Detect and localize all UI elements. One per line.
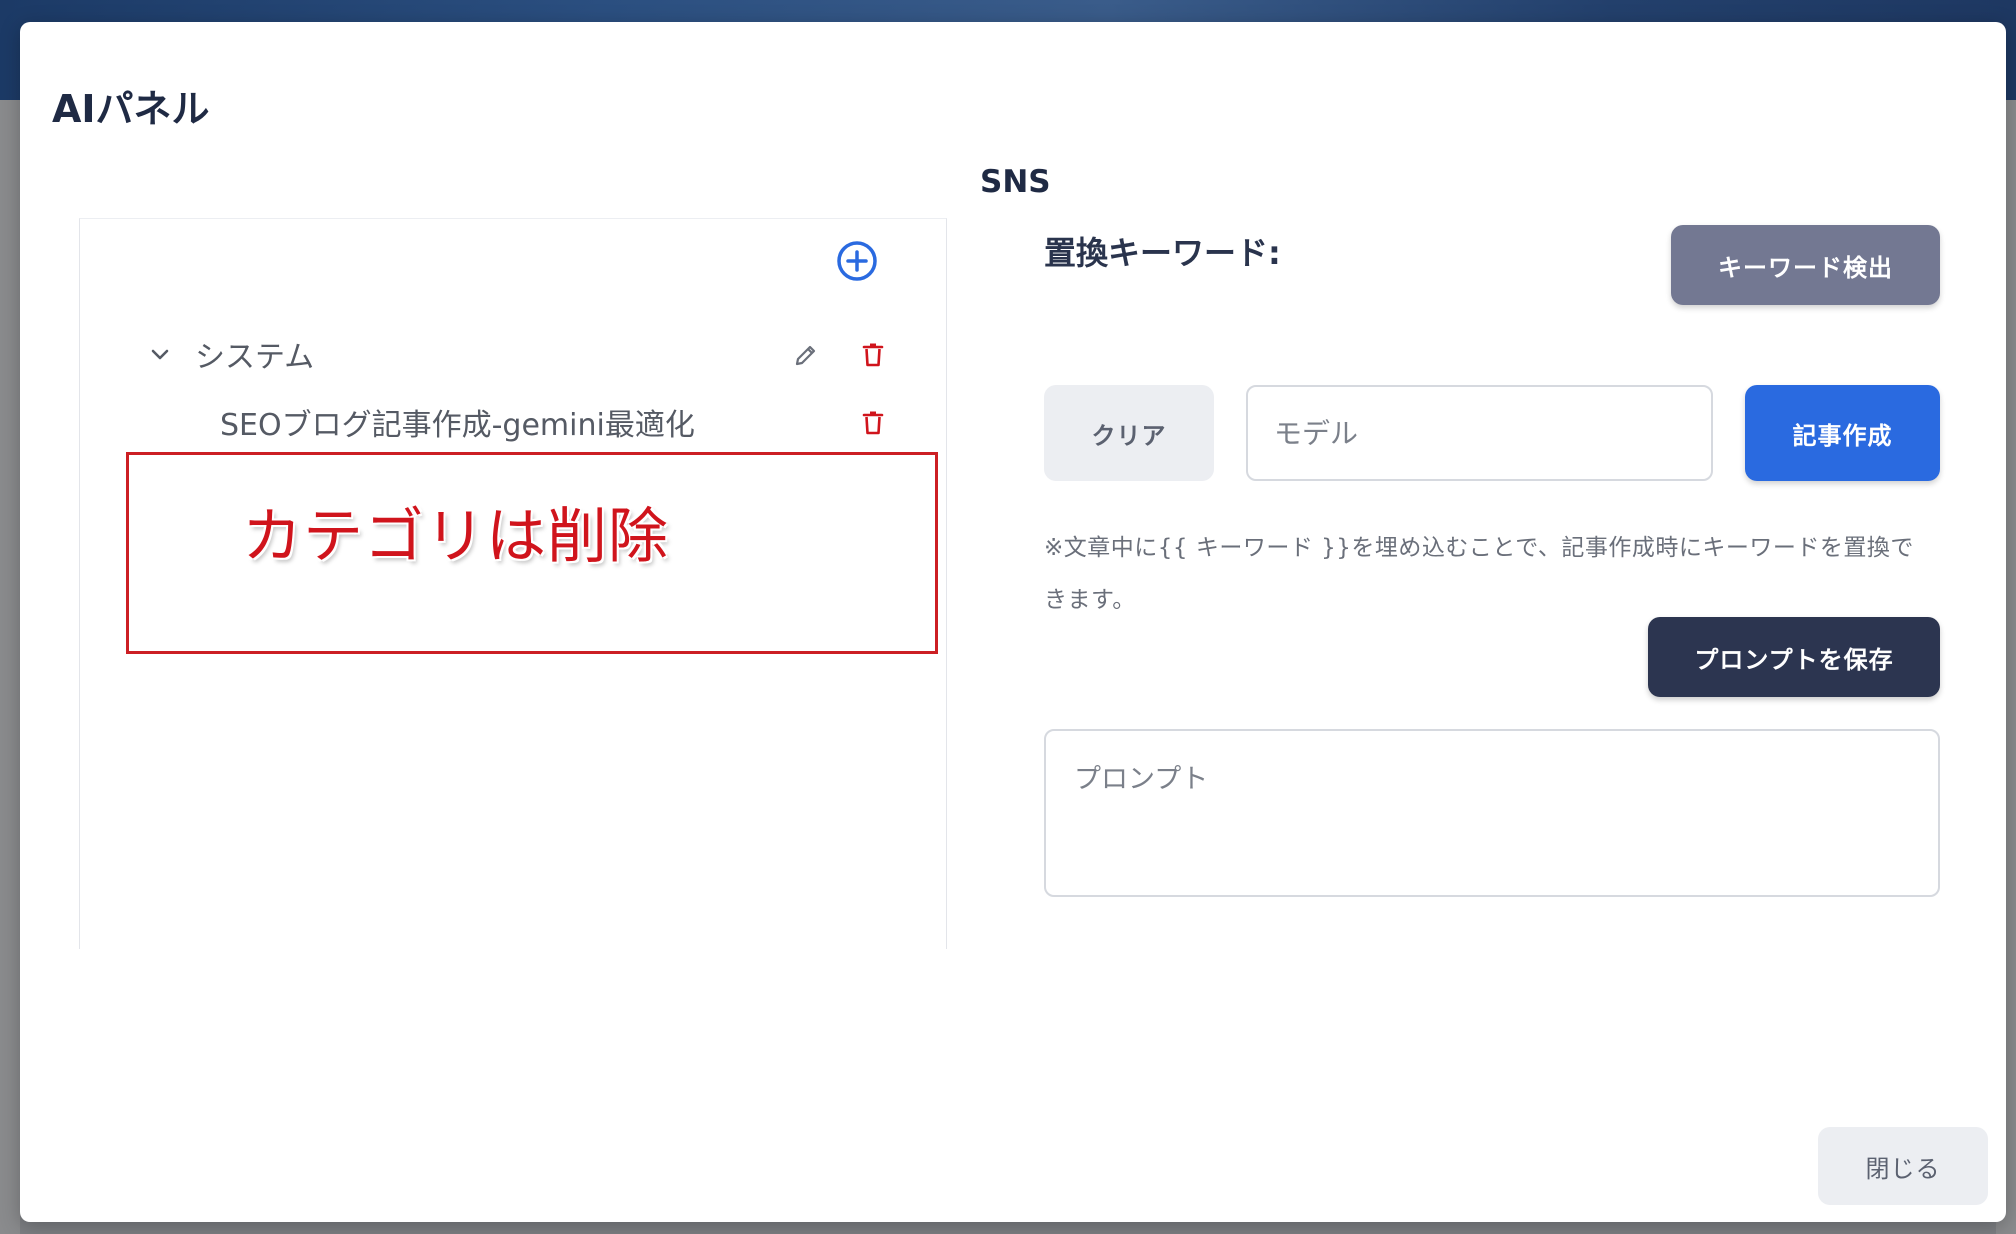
section-title: SNS	[980, 164, 1051, 200]
hint-line-1: ※文章中に{{ キーワード }}を埋め込むことで、記事作成時にキーワードを置換で	[1044, 535, 1914, 561]
keyword-hint-text: ※文章中に{{ キーワード }}を埋め込むことで、記事作成時にキーワードを置換で…	[1044, 522, 1944, 626]
background-page-left	[0, 100, 20, 1234]
create-article-button[interactable]: 記事作成	[1745, 385, 1940, 481]
tree-item-seo-blog[interactable]: SEOブログ記事作成-gemini最適化	[220, 396, 915, 448]
tree-item-label: SEOブログ記事作成-gemini最適化	[220, 408, 695, 443]
model-input[interactable]	[1246, 385, 1713, 481]
prompt-textarea[interactable]	[1044, 729, 1940, 897]
chevron-down-icon[interactable]	[145, 339, 175, 369]
close-button[interactable]: 閉じる	[1818, 1127, 1988, 1205]
clear-button[interactable]: クリア	[1044, 385, 1214, 481]
trash-icon[interactable]	[856, 338, 890, 372]
pencil-icon[interactable]	[789, 338, 823, 372]
replace-keyword-label: 置換キーワード:	[1044, 234, 1281, 272]
save-prompt-button[interactable]: プロンプトを保存	[1648, 617, 1940, 697]
modal-title: AIパネル	[52, 87, 210, 131]
plus-circle-icon[interactable]	[836, 240, 878, 282]
annotation-text: カテゴリは削除	[242, 502, 669, 572]
trash-icon[interactable]	[856, 406, 890, 440]
detect-keyword-button[interactable]: キーワード検出	[1671, 225, 1940, 305]
